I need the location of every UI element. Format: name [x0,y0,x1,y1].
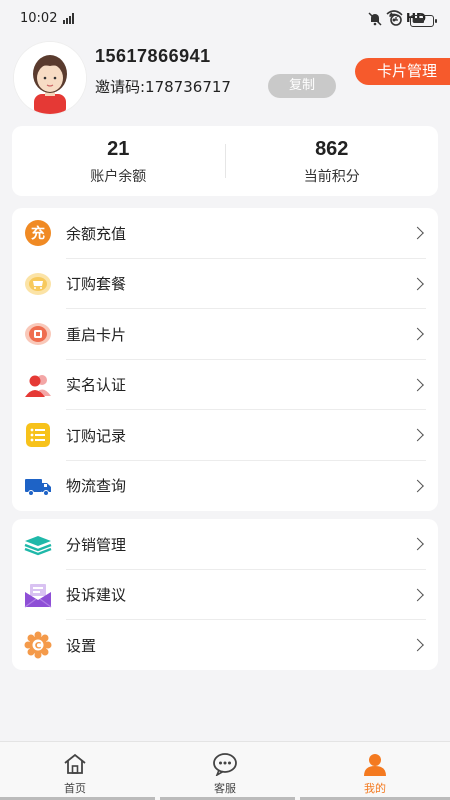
stats-card: 21 账户余额 862 当前积分 [12,126,438,196]
alarm-icon [389,11,403,30]
layers-icon [24,530,52,558]
tab-label: 客服 [214,782,236,795]
menu-item-settings[interactable]: C 设置 [12,620,438,671]
menu-group-main: 充 余额充值 订购套餐 重启卡片 实名认证 订购记录 物流查询 [12,208,438,511]
menu-label: 订购套餐 [66,275,127,294]
chevron-right-icon [411,588,424,602]
restart-card-icon [24,320,52,348]
home-icon [64,753,86,774]
menu-label: 投诉建议 [66,586,127,605]
tab-label: 我的 [364,782,386,795]
menu-item-order-package[interactable]: 订购套餐 [12,259,438,309]
mail-icon [24,581,52,609]
menu-label: 设置 [66,636,97,655]
cart-icon [24,270,52,298]
tab-label: 首页 [64,782,86,795]
status-icons [368,11,437,30]
settings-icon: C [24,631,52,659]
menu-item-verification[interactable]: 实名认证 [12,360,438,410]
tab-home[interactable]: 首页 [0,742,150,800]
list-icon [24,421,52,449]
avatar[interactable] [14,42,86,114]
menu-label: 实名认证 [66,376,127,395]
menu-item-logistics[interactable]: 物流查询 [12,461,438,512]
menu-label: 重启卡片 [66,325,127,344]
stat-points[interactable]: 862 当前积分 [226,136,439,186]
tab-service[interactable]: 客服 [150,742,300,800]
recharge-icon: 充 [24,219,52,247]
card-manage-button[interactable]: 卡片管理 [355,58,450,85]
chat-icon [213,753,237,776]
menu-label: 物流查询 [66,477,127,496]
menu-item-recharge[interactable]: 充 余额充值 [12,208,438,259]
menu-group-other: 分销管理 投诉建议 C 设置 [12,519,438,670]
points-value: 862 [315,138,349,160]
phone-number: 15617866941 [95,46,211,66]
invite-code: 邀请码:178736717 [95,78,231,96]
menu-label: 余额充值 [66,224,127,243]
copy-button[interactable]: 复制 [268,74,336,98]
chevron-right-icon [411,378,424,392]
svg-text:C: C [35,642,42,652]
menu-item-feedback[interactable]: 投诉建议 [12,570,438,620]
menu-item-distribution[interactable]: 分销管理 [12,519,438,570]
chevron-right-icon [411,428,424,442]
menu-label: 订购记录 [66,426,127,445]
balance-value: 21 [107,138,130,160]
truck-icon [24,472,52,500]
chevron-right-icon [411,327,424,341]
points-label: 当前积分 [303,169,360,185]
chevron-right-icon [411,479,424,493]
menu-item-restart-card[interactable]: 重启卡片 [12,309,438,360]
battery-icon [410,14,437,27]
status-time: 10:02 [20,10,58,26]
balance-label: 账户余额 [90,169,147,185]
users-icon [24,371,52,399]
profile-header: 15617866941 邀请码:178736717 复制 卡片管理 [0,36,450,120]
mute-bell-icon [368,11,382,30]
chevron-right-icon [411,226,424,240]
signal-icon [63,12,75,24]
tab-mine[interactable]: 我的 [300,742,450,800]
bottom-tab-bar: 首页 客服 我的 [0,741,450,800]
menu-item-order-records[interactable]: 订购记录 [12,410,438,461]
chevron-right-icon [411,537,424,551]
profile-icon [364,754,386,776]
menu-label: 分销管理 [66,535,127,554]
chevron-right-icon [411,638,424,652]
svg-text:充: 充 [31,225,45,242]
chevron-right-icon [411,277,424,291]
stat-balance[interactable]: 21 账户余额 [12,136,225,186]
